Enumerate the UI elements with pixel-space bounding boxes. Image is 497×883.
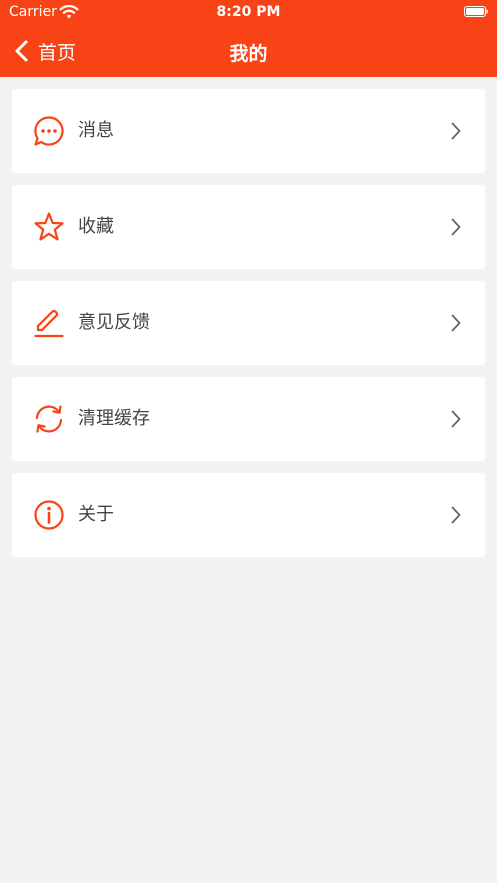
menu-item-about[interactable]: 关于 — [12, 473, 485, 557]
navigation-bar: 首页 我的 — [0, 26, 497, 77]
menu-item-favorites[interactable]: 收藏 — [12, 185, 485, 269]
menu-item-label: 清理缓存 — [78, 408, 150, 429]
status-bar: Carrier 8:20 PM — [0, 0, 497, 26]
refresh-icon — [33, 403, 65, 435]
chevron-right-icon — [451, 506, 461, 524]
chevron-right-icon — [451, 218, 461, 236]
settings-menu: 消息 收藏 意见反馈 清理缓存 关于 — [12, 89, 485, 569]
chevron-right-icon — [451, 314, 461, 332]
menu-item-clear-cache[interactable]: 清理缓存 — [12, 377, 485, 461]
star-icon — [33, 211, 65, 243]
info-icon — [33, 499, 65, 531]
menu-item-label: 消息 — [78, 120, 114, 141]
page-title: 我的 — [229, 43, 268, 65]
clock: 8:20 PM — [216, 4, 281, 20]
menu-item-label: 意见反馈 — [78, 312, 150, 333]
menu-item-label: 关于 — [78, 504, 114, 525]
menu-item-label: 收藏 — [78, 216, 114, 237]
chevron-right-icon — [451, 410, 461, 428]
pencil-icon — [33, 307, 65, 339]
header-bar: Carrier 8:20 PM 首页 我的 — [0, 0, 497, 77]
menu-item-feedback[interactable]: 意见反馈 — [12, 281, 485, 365]
menu-item-messages[interactable]: 消息 — [12, 89, 485, 173]
message-icon — [33, 115, 65, 147]
battery-icon — [464, 6, 488, 17]
chevron-right-icon — [451, 122, 461, 140]
